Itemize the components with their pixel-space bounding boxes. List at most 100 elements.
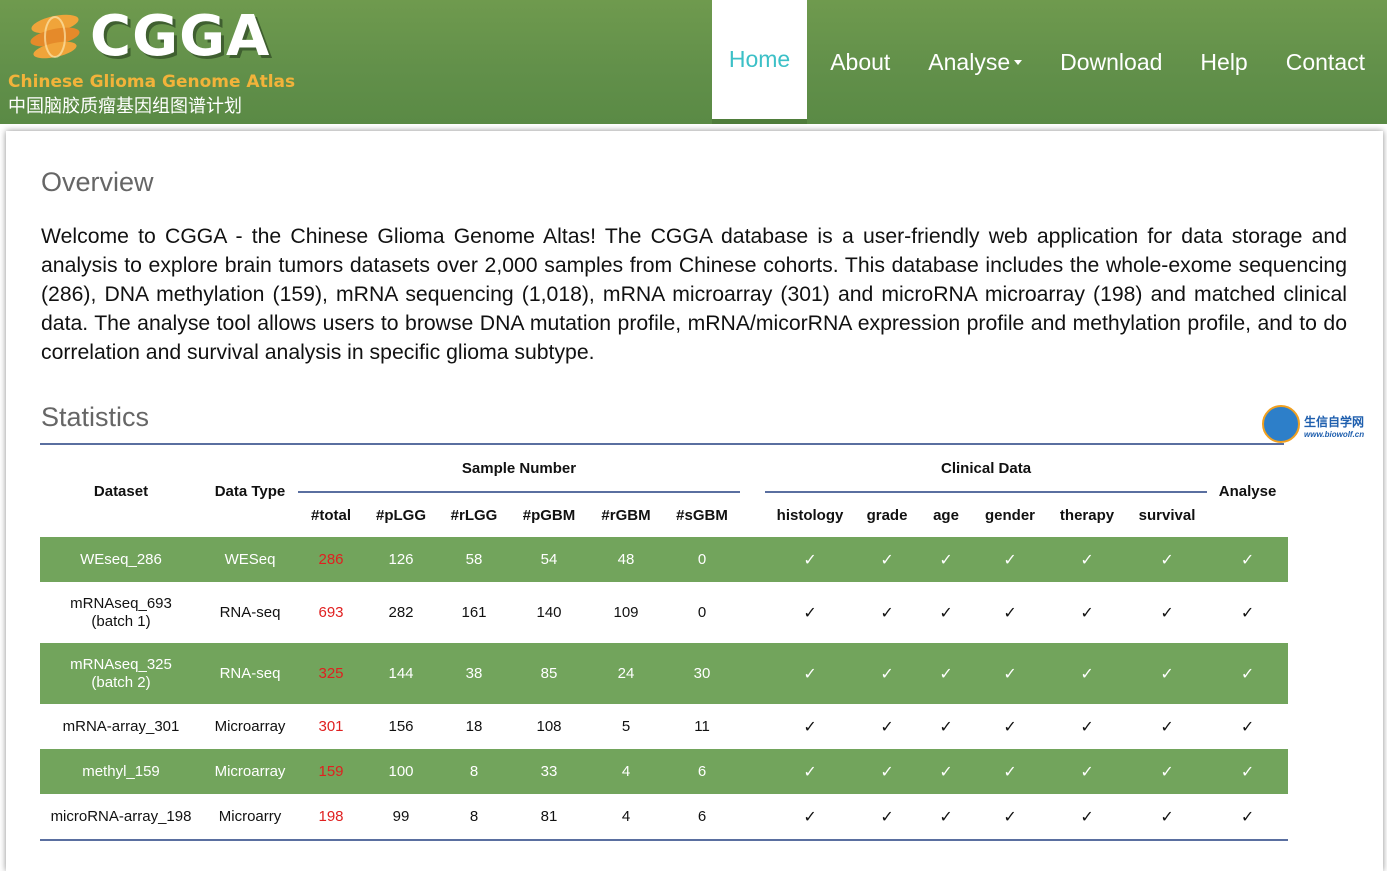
clinical-check-icon: ✓ [803, 604, 817, 622]
nav-download[interactable]: Download [1041, 0, 1181, 124]
clinical-check-icon: ✓ [1160, 718, 1174, 736]
col-header-clinical-1: grade [866, 506, 908, 524]
col-header-sample-5: #sGBM [676, 506, 728, 524]
clinical-check-icon: ✓ [919, 643, 974, 704]
cell-sample-count: 11 [694, 718, 710, 735]
cell-data-type: RNA-seq [219, 604, 281, 621]
col-header-sample-0: #total [310, 506, 351, 524]
clinical-check-icon: ✓ [765, 537, 856, 582]
analyse-check-icon[interactable]: ✓ [1207, 749, 1289, 794]
clinical-check-icon: ✓ [919, 537, 974, 582]
cell-sample-count: 58 [438, 537, 510, 582]
cell-total-count: 198 [298, 794, 364, 841]
analyse-check-icon[interactable]: ✓ [1207, 582, 1288, 643]
nav-home[interactable]: Home [711, 0, 808, 124]
cell-dataset: mRNAseq_693 (batch 1) [70, 594, 172, 630]
clinical-check-icon: ✓ [973, 749, 1048, 794]
nav-help[interactable]: Help [1181, 0, 1266, 124]
clinical-check-icon: ✓ [1080, 604, 1094, 622]
clinical-check-icon: ✓ [1047, 537, 1128, 582]
clinical-check-icon: ✓ [855, 749, 920, 794]
cell-spacer [740, 794, 766, 841]
cell-sample-count: 30 [664, 643, 741, 704]
clinical-check-icon: ✓ [973, 537, 1048, 582]
cell-sample-count: 81 [510, 794, 588, 841]
clinical-check-icon: ✓ [973, 643, 1048, 704]
col-header-sample-3: #pGBM [522, 506, 576, 524]
table-row: microRNA-array_198 Microarry 198 99 8 81 4 6 ✓ ✓ ✓… [40, 794, 1289, 841]
clinical-check-icon: ✓ [1003, 718, 1017, 736]
clinical-check-icon: ✓ [1127, 643, 1208, 704]
cell-spacer [740, 704, 765, 749]
cell-sample-count: 144 [364, 643, 438, 704]
cell-data-type: Microarray [214, 718, 286, 735]
cell-sample-count: 24 [588, 643, 664, 704]
statistics-table-body: WEseq_286 WESeq 286 126 58 54 48 0 ✓ ✓ ✓ ✓ ✓ ✓ ✓ mRNAse… [40, 537, 1289, 841]
col-header-sample-2: #rLGG [450, 506, 498, 524]
nav-about[interactable]: About [811, 0, 909, 124]
cell-sample-count: 6 [664, 749, 741, 794]
clinical-check-icon: ✓ [855, 794, 920, 841]
logo-english-name: Chinese Glioma Genome Atlas [8, 72, 296, 92]
cell-data-type: RNA-seq [202, 643, 298, 704]
group-header-clinical-data: Clinical Data [765, 445, 1208, 493]
clinical-check-icon: ✓ [855, 643, 920, 704]
cell-spacer [740, 537, 766, 582]
cell-sample-count: 282 [388, 604, 414, 621]
overview-heading: Overview [41, 167, 154, 197]
col-header-analyse: Analyse [1218, 482, 1277, 500]
cell-dataset: mRNA-array_301 [62, 717, 180, 735]
cell-spacer [740, 643, 766, 704]
overview-paragraph: Welcome to CGGA - the Chinese Glioma Gen… [41, 225, 1347, 364]
cell-dataset: mRNAseq_325 (batch 2) [40, 643, 202, 704]
cell-dataset: microRNA-array_198 [40, 794, 202, 841]
clinical-check-icon: ✓ [1127, 537, 1208, 582]
col-header-data-type: Data Type [214, 482, 286, 500]
nav-contact[interactable]: Contact [1267, 0, 1387, 124]
cell-spacer [740, 749, 766, 794]
cell-total-count: 325 [298, 643, 364, 704]
clinical-check-icon: ✓ [973, 794, 1048, 841]
clinical-check-icon: ✓ [939, 718, 953, 736]
clinical-check-icon: ✓ [765, 643, 856, 704]
cell-sample-count: 8 [438, 749, 510, 794]
clinical-check-icon: ✓ [765, 749, 856, 794]
cell-sample-count: 108 [536, 718, 562, 735]
col-header-sample-1: #pLGG [375, 506, 426, 524]
clinical-check-icon: ✓ [939, 604, 953, 622]
nav-analyse[interactable]: Analyse [909, 0, 1041, 124]
clinical-check-icon: ✓ [1003, 604, 1017, 622]
analyse-check-icon[interactable]: ✓ [1207, 643, 1289, 704]
site-header: CGGA Chinese Glioma Genome Atlas 中国脑胶质瘤基… [0, 0, 1387, 124]
cell-total-count: 301 [318, 718, 344, 735]
col-header-clinical-3: gender [985, 506, 1036, 524]
watermark-title: 生信自学网 [1304, 415, 1365, 429]
col-header-clinical-4: therapy [1059, 506, 1115, 524]
col-header-sample-4: #rGBM [601, 506, 651, 524]
logo-chinese-name: 中国脑胶质瘤基因组图谱计划 [8, 96, 242, 117]
cell-sample-count: 4 [588, 794, 664, 841]
cell-sample-count: 161 [461, 604, 487, 621]
col-header-clinical-0: histology [776, 506, 844, 524]
cell-total-count: 286 [298, 537, 364, 582]
cell-sample-count: 6 [664, 794, 741, 841]
cell-sample-count: 18 [465, 718, 483, 735]
cell-sample-count: 0 [697, 604, 707, 621]
analyse-check-icon[interactable]: ✓ [1207, 794, 1289, 841]
clinical-check-icon: ✓ [803, 718, 817, 736]
clinical-check-icon: ✓ [1127, 749, 1208, 794]
cell-sample-count: 33 [510, 749, 588, 794]
cell-sample-count: 85 [510, 643, 588, 704]
cell-data-type: Microarray [202, 749, 298, 794]
site-logo[interactable]: CGGA Chinese Glioma Genome Atlas 中国脑胶质瘤基… [8, 4, 298, 120]
cell-sample-count: 126 [364, 537, 438, 582]
cell-sample-count: 4 [588, 749, 664, 794]
analyse-check-icon[interactable]: ✓ [1207, 704, 1288, 749]
clinical-check-icon: ✓ [1047, 749, 1128, 794]
cell-sample-count: 99 [364, 794, 438, 841]
cell-sample-count: 109 [613, 604, 639, 621]
analyse-check-icon[interactable]: ✓ [1207, 537, 1289, 582]
clinical-check-icon: ✓ [1160, 604, 1174, 622]
clinical-check-icon: ✓ [855, 537, 920, 582]
cell-sample-count: 54 [510, 537, 588, 582]
